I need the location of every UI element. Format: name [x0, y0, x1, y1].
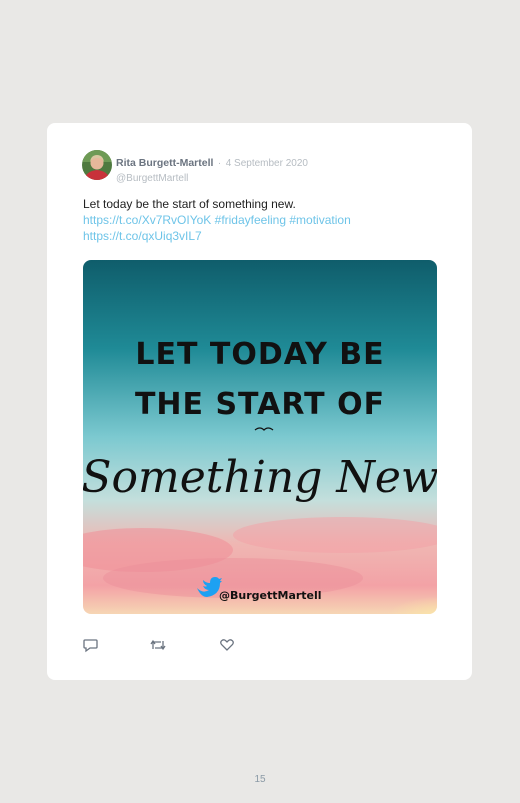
tweet-text: Let today be the start of something new.…	[83, 196, 413, 244]
tweet-card: Rita Burgett-Martell · 4 September 2020 …	[47, 123, 472, 680]
author-name[interactable]: Rita Burgett-Martell	[116, 157, 213, 169]
reply-icon[interactable]	[83, 637, 101, 653]
image-watermark: @BurgettMartell	[219, 589, 322, 602]
tweet-link-2[interactable]: https://t.co/qxUiq3vIL7	[83, 229, 202, 243]
author-info: Rita Burgett-Martell · 4 September 2020 …	[116, 153, 308, 184]
image-script-text: Something New	[83, 452, 437, 503]
tweet-message: Let today be the start of something new.	[83, 197, 296, 211]
image-line-1: LET TODAY BE	[135, 337, 384, 372]
retweet-icon[interactable]	[149, 637, 167, 653]
author-handle[interactable]: @BurgettMartell	[116, 173, 308, 184]
page-number: 15	[254, 774, 266, 785]
image-line-2: THE START OF	[135, 387, 385, 422]
hashtag-motivation[interactable]: #motivation	[289, 213, 350, 227]
tweet-date[interactable]: 4 September 2020	[226, 158, 308, 169]
tweet-image[interactable]: LET TODAY BE THE START OF Something New …	[83, 260, 437, 614]
hashtag-fridayfeeling[interactable]: #fridayfeeling	[215, 213, 286, 227]
tweet-link-1[interactable]: https://t.co/Xv7RvOIYoK	[83, 213, 211, 227]
like-icon[interactable]	[219, 637, 237, 653]
avatar[interactable]	[82, 150, 112, 180]
separator-dot: ·	[217, 158, 222, 169]
